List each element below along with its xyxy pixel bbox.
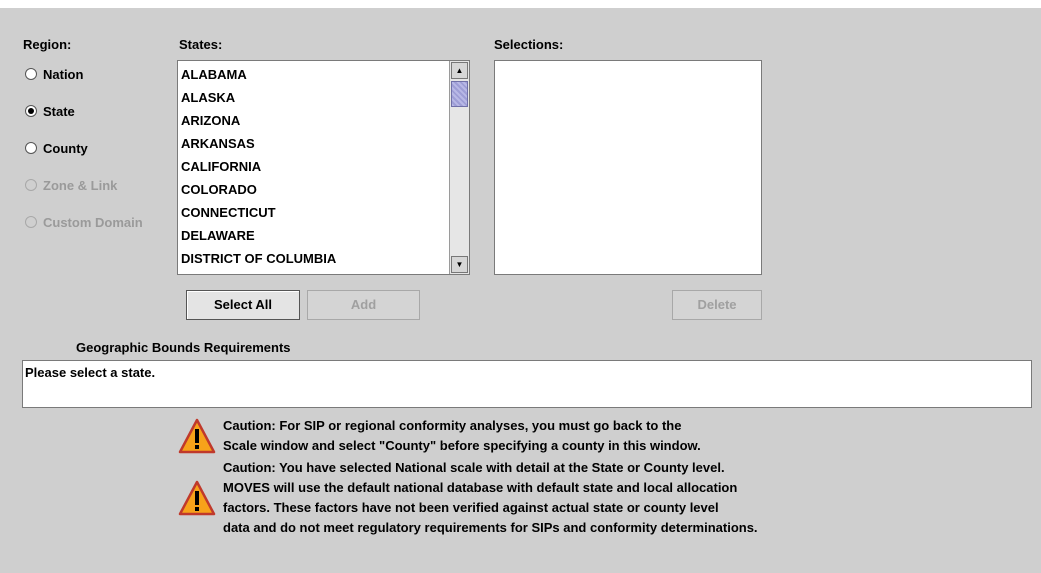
scroll-up-arrow-icon[interactable]: ▲ [451,62,468,79]
radio-label: State [43,103,75,119]
caution-line: factors. These factors have not been ver… [223,500,719,515]
caution-line: Scale window and select "County" before … [223,438,701,453]
select-all-button[interactable]: Select All [186,290,300,320]
list-item[interactable]: ALASKA [178,86,449,109]
radio-label: Nation [43,66,84,82]
list-item[interactable]: ARKANSAS [178,132,449,155]
caution-line: MOVES will use the default national data… [223,480,738,495]
list-item[interactable]: CALIFORNIA [178,155,449,178]
caution-line: Caution: You have selected National scal… [223,460,725,475]
radio-zone-link: Zone & Link [25,175,117,195]
bounds-message-box: Please select a state. [22,360,1032,408]
radio-label: Custom Domain [43,214,143,230]
radio-circle-checked-icon[interactable] [25,105,37,117]
list-item[interactable]: DELAWARE [178,224,449,247]
radio-circle-icon [25,179,37,191]
states-heading: States: [179,37,223,52]
window-top-edge [0,0,1041,8]
list-item[interactable]: COLORADO [178,178,449,201]
warning-triangle-icon [178,418,216,454]
radio-custom-domain: Custom Domain [25,212,143,232]
radio-label: Zone & Link [43,177,118,193]
radio-circle-icon[interactable] [25,68,37,80]
scroll-down-arrow-icon[interactable]: ▼ [451,256,468,273]
selections-heading: Selections: [494,37,564,52]
states-scrollbar[interactable]: ▲ ▼ [449,61,469,274]
radio-county[interactable]: County [25,138,88,158]
states-listbox[interactable]: ALABAMA ALASKA ARIZONA ARKANSAS CALIFORN… [177,60,470,275]
bounds-message: Please select a state. [25,365,156,380]
scroll-thumb[interactable] [451,81,468,107]
caution-line: data and do not meet regulatory requirem… [223,520,758,535]
radio-state[interactable]: State [25,101,75,121]
caution-text-1: Caution: For SIP or regional conformity … [223,416,701,456]
selections-listbox[interactable] [494,60,762,275]
list-item[interactable]: CONNECTICUT [178,201,449,224]
caution-text-2: Caution: You have selected National scal… [223,458,758,538]
bounds-heading: Geographic Bounds Requirements [76,340,291,355]
region-heading: Region: [23,37,72,52]
list-item[interactable]: DISTRICT OF COLUMBIA [178,247,449,270]
caution-line: Caution: For SIP or regional conformity … [223,418,682,433]
delete-button: Delete [672,290,762,320]
add-button: Add [307,290,420,320]
radio-circle-icon[interactable] [25,142,37,154]
radio-nation[interactable]: Nation [25,64,83,84]
warning-triangle-icon [178,480,216,516]
radio-circle-icon [25,216,37,228]
list-item[interactable]: ARIZONA [178,109,449,132]
radio-label: County [43,140,88,156]
list-item[interactable]: ALABAMA [178,63,449,86]
states-list: ALABAMA ALASKA ARIZONA ARKANSAS CALIFORN… [178,63,449,270]
